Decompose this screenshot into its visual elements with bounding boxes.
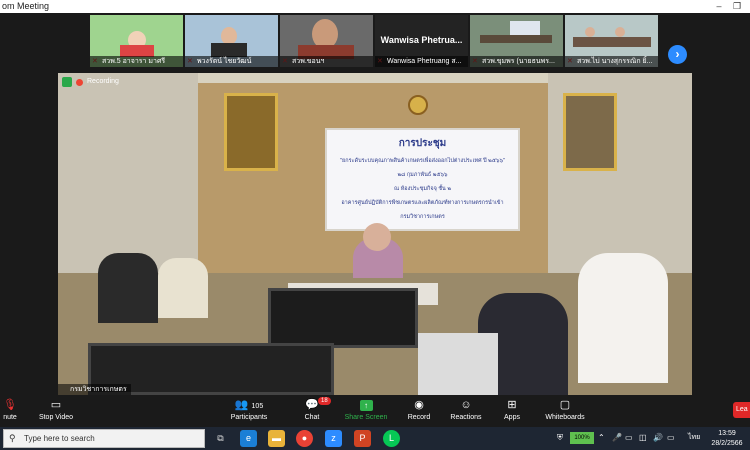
unmute-button[interactable]: 🎙 nute [0, 397, 20, 425]
apps-icon: ⊞ [507, 399, 517, 411]
file-explorer-icon[interactable]: ▬ [268, 430, 285, 447]
search-icon: ⚲ [9, 433, 16, 443]
line-icon[interactable]: L [383, 430, 400, 447]
volume-icon[interactable]: 🔊 [653, 431, 663, 445]
participant-name: สวพ.5 อาจารา มาศรี [90, 56, 183, 67]
record-icon: ◉ [414, 399, 424, 411]
battery-icon[interactable]: ▭ [625, 431, 633, 445]
slide-line: อาคารศูนย์ปฏิบัติการพืชเกษตรและผลิตภัณฑ์… [341, 200, 504, 206]
participant-name: สวพ.ไบ่ นางสุกรรณิก ยิ้... [565, 56, 658, 67]
task-view-icon[interactable]: ⧉ [212, 430, 229, 447]
chrome-icon[interactable]: ● [296, 430, 313, 447]
slide-title: การประชุม [398, 138, 447, 149]
apps-button[interactable]: ⊞ Apps [500, 397, 524, 425]
active-speaker-name: กรมวิชาการเกษตร [58, 384, 131, 395]
chevron-up-icon[interactable]: ⌃ [598, 431, 605, 445]
record-button[interactable]: ◉ Record [403, 397, 435, 425]
stop-video-button[interactable]: ▭ Stop Video [35, 397, 77, 425]
share-screen-button[interactable]: ↑ Share Screen [343, 397, 389, 425]
clock-time: 13:59 [718, 430, 736, 437]
reactions-icon: ☺ [460, 399, 472, 411]
slide-line: ณ ห้องประชุมกิจจุ ชั้น ๒ [394, 186, 451, 192]
participant-name: พวงรัตน์ ไชยวัฒน์ [185, 56, 278, 67]
shield-icon [62, 77, 72, 87]
participant-tile[interactable]: Wanwisa Phetrua... ✕ Wanwisa Phetruang ส… [375, 15, 468, 67]
recording-label: Recording [87, 78, 119, 85]
participant-name: สวพ.ขุมพร (นายธนพร... [470, 56, 563, 67]
reactions-button[interactable]: ☺ Reactions [448, 397, 484, 425]
chevron-right-icon[interactable]: › [668, 45, 687, 64]
chat-button[interactable]: 💬 18 Chat [296, 397, 331, 425]
participant-tile[interactable]: ✕ สวพ.ขุมพร (นายธนพร... [470, 15, 563, 67]
input-language[interactable]: ไทย [688, 431, 700, 445]
display-icon[interactable]: ▭ [667, 431, 675, 445]
participant-gallery: ✕ สวพ.5 อาจารา มาศรี ✕ พวงรัตน์ ไชยวัฒน์… [0, 13, 750, 69]
windows-taskbar: ⚲ Type here to search ⧉ e ▬ ● z P L ⛨ 10… [0, 427, 750, 450]
recording-indicator: Recording [62, 76, 119, 88]
participant-display-name: Wanwisa Phetrua... [380, 35, 463, 45]
mic-icon[interactable]: 🎤 [612, 431, 622, 445]
recording-dot-icon [76, 78, 83, 86]
participant-tile[interactable]: ✕ สวพ.ไบ่ นางสุกรรณิก ยิ้... [565, 15, 658, 67]
video-camera-icon: ▭ [50, 399, 62, 411]
participant-count: 105 [251, 403, 264, 410]
slide-line: "ยกระดับระบบคุณภาพสินค้าเกษตรเพื่อส่งออก… [340, 158, 505, 164]
participant-name: สวพ.ขอนฯ [280, 56, 373, 67]
powerpoint-icon[interactable]: P [354, 430, 371, 447]
participant-tile[interactable]: ✕ พวงรัตน์ ไชยวัฒน์ [185, 15, 278, 67]
chat-unread-badge: 18 [318, 397, 331, 405]
projected-slide: การประชุม "ยกระดับระบบคุณภาพสินค้าเกษตรเ… [325, 128, 520, 231]
participants-icon: 👥 [234, 399, 249, 411]
clock-date: 28/2/2566 [711, 440, 743, 447]
slide-line: ๒๘ กุมภาพันธ์ ๒๕๖๖ [397, 172, 448, 178]
slide-line: กรมวิชาการเกษตร [400, 214, 445, 220]
meeting-toolbar: 🎙 nute ▭ Stop Video 👥 105 Participants 💬… [0, 395, 750, 427]
mic-muted-icon: 🎙 [3, 399, 17, 411]
battery-indicator[interactable]: 100% [570, 432, 594, 444]
participant-name: Wanwisa Phetruang ส... [375, 56, 468, 67]
leave-button[interactable]: Lea [733, 402, 750, 418]
shield-icon: ⛨ [557, 433, 563, 442]
taskbar-search-input[interactable]: ⚲ Type here to search [3, 429, 205, 448]
network-icon[interactable]: ◫ [639, 431, 647, 445]
window-title: om Meeting [2, 1, 50, 11]
share-screen-icon: ↑ [343, 397, 389, 413]
active-speaker-video: การประชุม "ยกระดับระบบคุณภาพสินค้าเกษตรเ… [58, 73, 692, 395]
edge-icon[interactable]: e [240, 430, 257, 447]
whiteboard-icon: ▢ [559, 399, 571, 411]
participants-button[interactable]: 👥 105 Participants [225, 397, 273, 425]
zoom-icon[interactable]: z [325, 430, 342, 447]
participant-tile[interactable]: ✕ สวพ.ขอนฯ [280, 15, 373, 67]
whiteboards-button[interactable]: ▢ Whiteboards [543, 397, 587, 425]
taskbar-clock[interactable]: 13:59 28/2/2566 [707, 429, 747, 449]
participant-tile[interactable]: ✕ สวพ.5 อาจารา มาศรี [90, 15, 183, 67]
maximize-button[interactable]: ❐ [724, 0, 750, 13]
window-title-bar: om Meeting – ❐ [0, 0, 750, 13]
